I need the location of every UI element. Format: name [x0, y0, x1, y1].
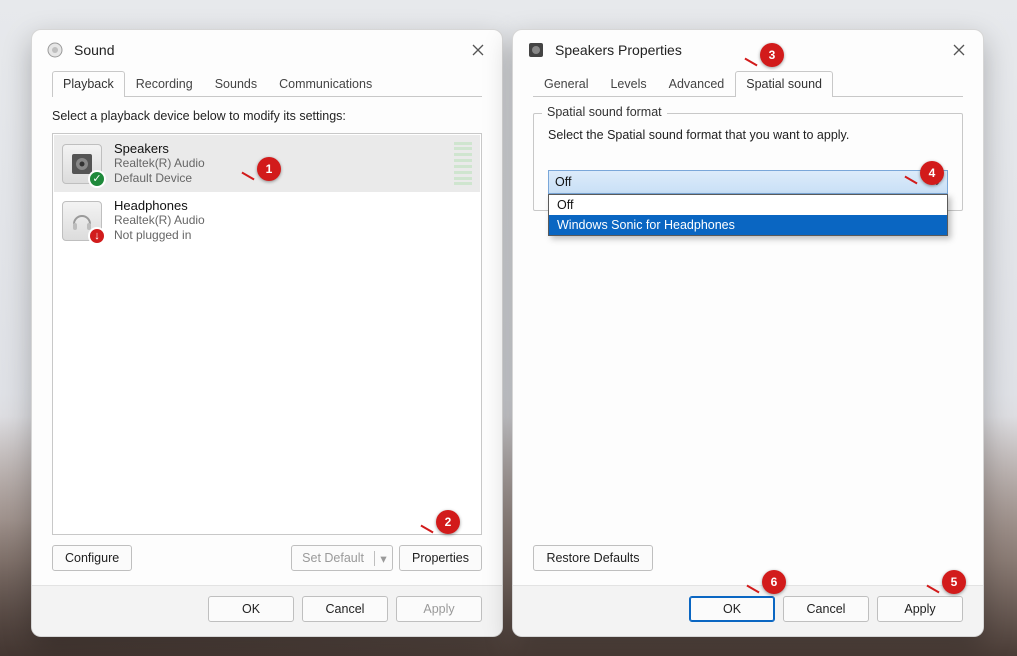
- titlebar[interactable]: Speakers Properties: [513, 30, 983, 70]
- check-badge-icon: ✓: [88, 170, 106, 188]
- apply-button[interactable]: Apply: [877, 596, 963, 622]
- sound-icon: [46, 41, 64, 59]
- group-legend: Spatial sound format: [542, 105, 667, 119]
- titlebar[interactable]: Sound: [32, 30, 502, 70]
- dropdown-option-off[interactable]: Off: [549, 195, 947, 215]
- annotation-6: 6: [762, 570, 786, 594]
- annotation-1: 1: [257, 157, 281, 181]
- annotation-3: 3: [760, 43, 784, 67]
- device-status: Not plugged in: [114, 228, 205, 243]
- device-name: Headphones: [114, 198, 205, 213]
- speaker-icon: ✓: [62, 144, 102, 184]
- tab-communications[interactable]: Communications: [268, 71, 383, 97]
- headphones-icon: ↓: [62, 201, 102, 241]
- spatial-sound-group: Spatial sound format Select the Spatial …: [533, 113, 963, 211]
- close-button[interactable]: [460, 36, 496, 64]
- playback-hint: Select a playback device below to modify…: [52, 109, 482, 123]
- window-title: Speakers Properties: [555, 42, 682, 58]
- device-action-row: Configure Set Default ▾ Properties: [52, 535, 482, 577]
- tab-levels[interactable]: Levels: [599, 71, 657, 97]
- ok-button[interactable]: OK: [689, 596, 775, 622]
- close-button[interactable]: [941, 36, 977, 64]
- tab-general[interactable]: General: [533, 71, 599, 97]
- tab-recording[interactable]: Recording: [125, 71, 204, 97]
- device-headphones[interactable]: ↓ Headphones Realtek(R) Audio Not plugge…: [54, 192, 480, 249]
- group-hint: Select the Spatial sound format that you…: [548, 128, 948, 142]
- cancel-button[interactable]: Cancel: [783, 596, 869, 622]
- sound-window: Sound Playback Recording Sounds Communic…: [31, 29, 503, 637]
- annotation-2: 2: [436, 510, 460, 534]
- tab-playback[interactable]: Playback: [52, 71, 125, 97]
- device-status: Default Device: [114, 171, 205, 186]
- dropdown-option-windows-sonic[interactable]: Windows Sonic for Headphones: [549, 215, 947, 235]
- unplugged-badge-icon: ↓: [88, 227, 106, 245]
- device-driver: Realtek(R) Audio: [114, 156, 205, 171]
- configure-button[interactable]: Configure: [52, 545, 132, 571]
- tabs: General Levels Advanced Spatial sound: [513, 70, 983, 96]
- restore-defaults-button[interactable]: Restore Defaults: [533, 545, 653, 571]
- speakers-properties-window: Speakers Properties General Levels Advan…: [512, 29, 984, 637]
- dialog-footer: OK Cancel Apply: [32, 585, 502, 636]
- window-title: Sound: [74, 42, 114, 58]
- ok-button[interactable]: OK: [208, 596, 294, 622]
- restore-row: Restore Defaults: [533, 535, 963, 577]
- dialog-footer: OK Cancel Apply: [513, 585, 983, 636]
- set-default-button[interactable]: Set Default ▾: [291, 545, 393, 571]
- properties-button[interactable]: Properties: [399, 545, 482, 571]
- tab-advanced[interactable]: Advanced: [658, 71, 736, 97]
- device-list[interactable]: ✓ Speakers Realtek(R) Audio Default Devi…: [52, 133, 482, 535]
- dropdown-popup: Off Windows Sonic for Headphones: [548, 194, 948, 236]
- tabs: Playback Recording Sounds Communications: [32, 70, 502, 96]
- annotation-4: 4: [920, 161, 944, 185]
- level-meter: [454, 142, 472, 186]
- cancel-button[interactable]: Cancel: [302, 596, 388, 622]
- annotation-5: 5: [942, 570, 966, 594]
- speaker-icon: [527, 41, 545, 59]
- device-driver: Realtek(R) Audio: [114, 213, 205, 228]
- apply-button[interactable]: Apply: [396, 596, 482, 622]
- chevron-down-icon[interactable]: ▾: [374, 551, 392, 566]
- spatial-format-dropdown[interactable]: Off ⌄ Off Windows Sonic for Headphones: [548, 170, 948, 194]
- dropdown-value: Off: [555, 175, 571, 189]
- tab-spatial-sound[interactable]: Spatial sound: [735, 71, 833, 97]
- device-name: Speakers: [114, 141, 205, 156]
- tab-body-spatial: Spatial sound format Select the Spatial …: [533, 96, 963, 577]
- tab-sounds[interactable]: Sounds: [204, 71, 268, 97]
